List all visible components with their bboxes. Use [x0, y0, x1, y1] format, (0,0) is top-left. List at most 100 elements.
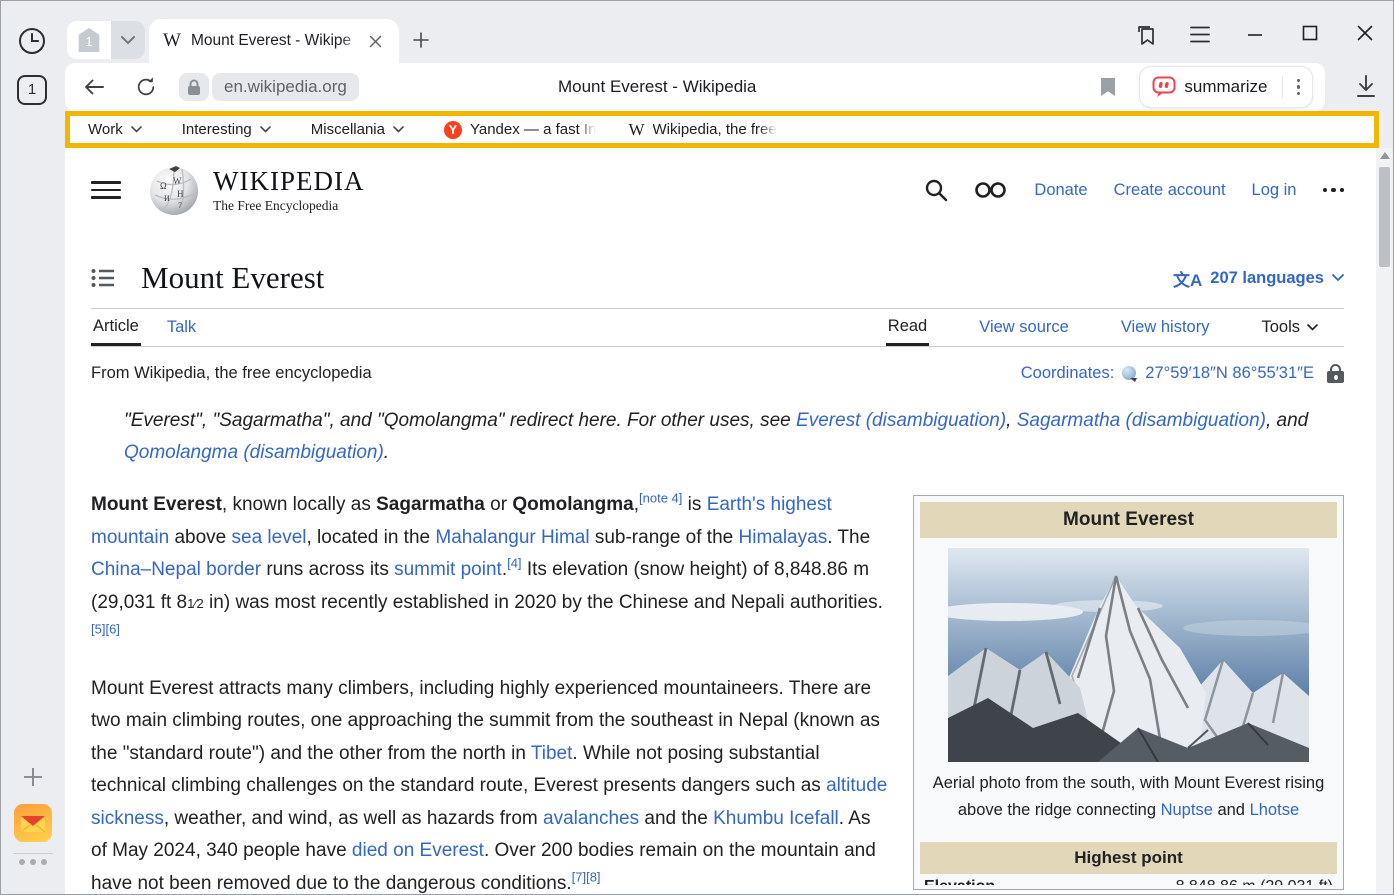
article-title-row: Mount Everest 文A 207 languages [91, 260, 1344, 309]
bookmark-label: Wikipedia, the free [653, 121, 777, 138]
bookmark-link-yandex[interactable]: Y Yandex — a fast In [444, 121, 596, 139]
donate-link[interactable]: Donate [1034, 181, 1087, 200]
sidebar-add-icon[interactable] [19, 763, 47, 791]
infobox: Mount Everest [913, 495, 1344, 890]
summarize-button[interactable]: summarize [1139, 66, 1313, 108]
chevron-down-icon [393, 126, 404, 133]
browser-sidebar: 1 [1, 1, 65, 894]
infobox-clipped-row: Elevation 8,848.86 m (29,031 ft) [924, 878, 1333, 885]
back-icon[interactable] [77, 70, 111, 104]
bookmarks-panel-icon[interactable] [1133, 23, 1159, 49]
bookmark-label: Yandex — a fast In [470, 121, 596, 138]
wikipedia-wordmark: WIKIPEDIA The Free Encyclopedia [213, 166, 364, 214]
page-protection-lock-icon[interactable] [1327, 364, 1344, 383]
tab-group-control: 1 [67, 21, 145, 59]
search-icon[interactable] [924, 178, 948, 202]
downloads-icon[interactable] [1353, 73, 1379, 99]
infobox-section-highest-point: Highest point [920, 842, 1337, 874]
sidebar-divider [13, 853, 53, 854]
scrollbar-thumb[interactable] [1379, 167, 1390, 267]
toc-icon[interactable] [91, 268, 115, 288]
svg-text:W: W [173, 176, 182, 186]
tab-group-count-button[interactable]: 1 [67, 21, 111, 59]
everest-photo[interactable] [948, 548, 1309, 762]
bookmark-folder-interesting[interactable]: Interesting [182, 121, 271, 138]
tools-label: Tools [1261, 318, 1300, 337]
globe-icon[interactable] [1121, 365, 1138, 382]
reload-icon[interactable] [129, 70, 163, 104]
svg-text:Ω: Ω [160, 181, 167, 191]
language-icon: 文A [1173, 266, 1202, 291]
active-tab[interactable]: W Mount Everest - Wikipe [149, 19, 399, 63]
chevron-down-icon [1307, 324, 1318, 331]
lock-icon [187, 79, 201, 96]
wikipedia-globe-icon: Ω W H И 7 [147, 163, 201, 217]
tab-read[interactable]: Read [886, 309, 929, 346]
article-byline: From Wikipedia, the free encyclopedia Co… [91, 364, 1344, 383]
main-menu-icon[interactable] [91, 172, 121, 208]
tab-talk[interactable]: Talk [165, 309, 198, 346]
pill-divider [1282, 76, 1283, 98]
summarize-label: summarize [1184, 77, 1267, 97]
tab-title: Mount Everest - Wikipe [191, 32, 363, 50]
history-clock-icon[interactable] [16, 25, 48, 57]
login-link[interactable]: Log in [1252, 181, 1297, 200]
window-maximize-icon[interactable] [1302, 25, 1318, 41]
chevron-down-icon [260, 126, 271, 133]
tagline-text: The Free Encyclopedia [213, 198, 364, 214]
sidebar-tab-count-button[interactable]: 1 [17, 75, 47, 105]
user-menu-icon[interactable] [1323, 188, 1345, 193]
chevron-down-icon [131, 126, 142, 133]
svg-text:И: И [164, 194, 170, 203]
address-bar: en.wikipedia.org Mount Everest - Wikiped… [65, 63, 1325, 111]
sidebar-more-icon[interactable] [19, 859, 47, 865]
tab-view-history[interactable]: View history [1119, 309, 1212, 346]
coordinates-value-link[interactable]: 27°59′18″N 86°55′31″E [1145, 364, 1314, 383]
bookmark-flag-icon[interactable] [1099, 77, 1117, 97]
page-title: Mount Everest [141, 260, 324, 296]
url-field[interactable]: en.wikipedia.org [212, 73, 359, 101]
bookmark-folder-work[interactable]: Work [88, 121, 142, 138]
chevron-down-icon [1332, 274, 1344, 282]
window-minimize-icon[interactable] [1247, 33, 1263, 37]
from-wikipedia-text: From Wikipedia, the free encyclopedia [91, 364, 372, 383]
wikipedia-favicon: W [628, 120, 644, 140]
clipped-row-label: Elevation [924, 878, 995, 885]
tab-count-badge: 1 [77, 28, 101, 52]
languages-button[interactable]: 文A 207 languages [1173, 266, 1344, 291]
bookmark-link-wikipedia[interactable]: W Wikipedia, the free [628, 120, 776, 140]
page-scrollbar[interactable] [1376, 148, 1393, 894]
wikipedia-logo[interactable]: Ω W H И 7 WIKIPEDIA The Free Encyclopedi… [147, 163, 364, 217]
infobox-title: Mount Everest [920, 502, 1337, 538]
yandex-mail-icon[interactable] [14, 804, 52, 842]
new-tab-button[interactable] [407, 26, 435, 54]
address-bar-page-title[interactable]: Mount Everest - Wikipedia [558, 77, 756, 97]
summarize-menu-icon[interactable] [1291, 73, 1307, 102]
site-security-button[interactable] [179, 73, 209, 101]
browser-menu-icon[interactable] [1189, 26, 1211, 43]
wikipedia-header: Ω W H И 7 WIKIPEDIA The Free Encyclopedi… [91, 160, 1344, 220]
yandex-favicon: Y [444, 121, 462, 139]
tab-group-chevron-icon[interactable] [111, 21, 145, 59]
quote-bubble-icon [1152, 76, 1176, 98]
tab-close-icon[interactable] [369, 35, 382, 48]
tab-tools[interactable]: Tools [1259, 309, 1320, 346]
browser-window: 1 1 W Mount Everest - Wikipe [0, 0, 1394, 895]
svg-text:H: H [177, 189, 184, 199]
wordmark-text: WIKIPEDIA [213, 166, 364, 197]
create-account-link[interactable]: Create account [1114, 181, 1226, 200]
svg-text:7: 7 [178, 201, 182, 210]
clipped-row-value: 8,848.86 m (29,031 ft) [1176, 878, 1333, 885]
infinity-icon[interactable] [974, 181, 1008, 199]
coordinates-label-link[interactable]: Coordinates: [1021, 364, 1115, 383]
tab-view-source[interactable]: View source [977, 309, 1071, 346]
bookmarks-bar-highlighted: Work Interesting Miscellania Y Yandex — … [65, 111, 1379, 148]
bookmark-folder-label: Miscellania [311, 121, 385, 138]
bookmark-folder-miscellania[interactable]: Miscellania [311, 121, 404, 138]
tab-article[interactable]: Article [91, 309, 141, 346]
web-content: Ω W H И 7 WIKIPEDIA The Free Encyclopedi… [65, 148, 1378, 894]
bookmark-folder-label: Interesting [182, 121, 252, 138]
bookmark-folder-label: Work [88, 121, 123, 138]
window-close-icon[interactable] [1357, 25, 1373, 41]
scrollbar-up-arrow[interactable] [1380, 152, 1390, 159]
